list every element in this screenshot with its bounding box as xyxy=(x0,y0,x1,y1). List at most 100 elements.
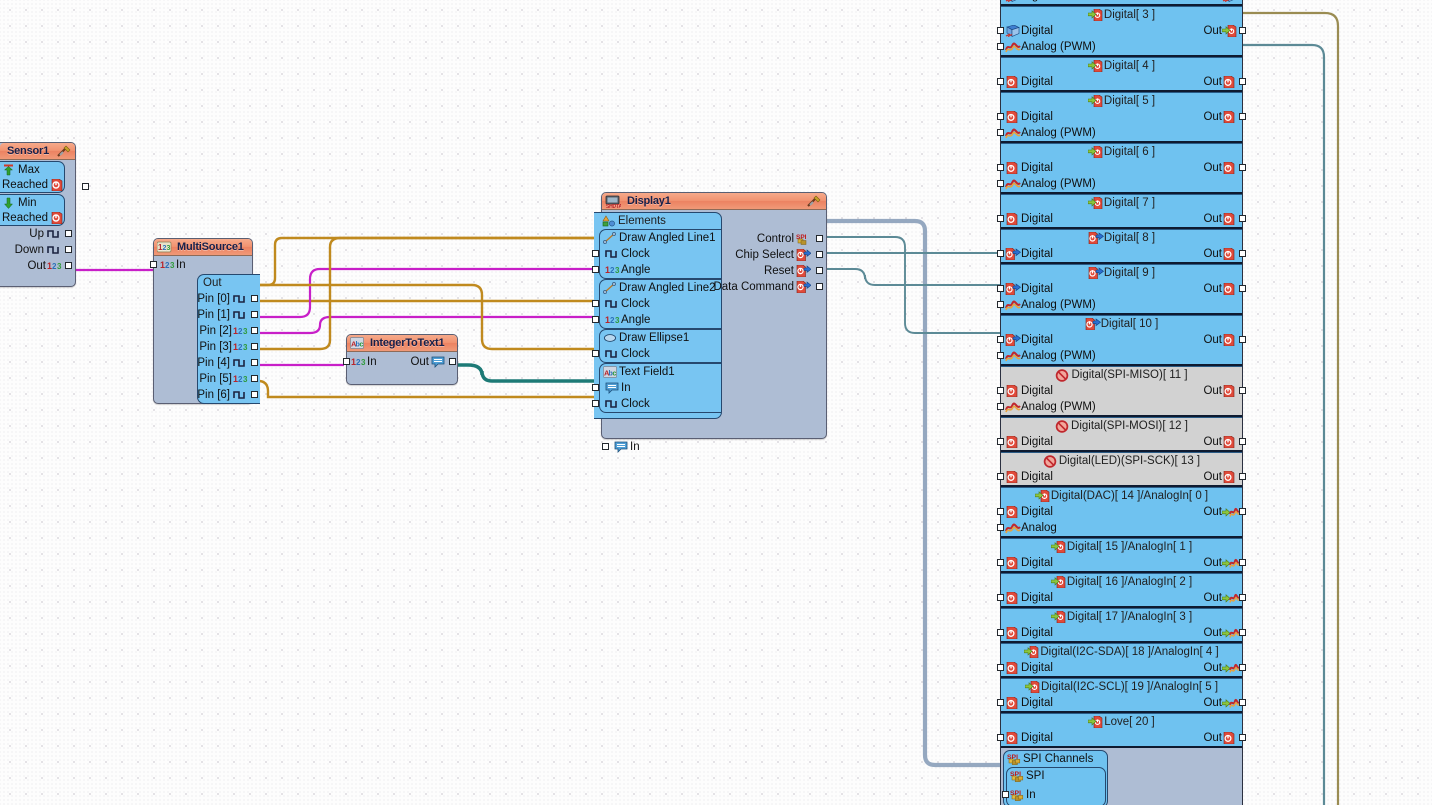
pin-row-output[interactable]: Out xyxy=(1203,592,1242,604)
port-pin-output[interactable] xyxy=(1239,27,1246,34)
node-sensor1-titlebar[interactable]: Sensor1 xyxy=(0,143,75,160)
board-pin-panel[interactable]: Digital Out Digital[ 3 ] Digital Out Analog (… xyxy=(997,0,1246,805)
pin-row[interactable]: Digital Out xyxy=(997,660,1246,676)
pin-block[interactable]: Digital[ 16 ]/AnalogIn[ 2 ] Digital Out xyxy=(997,573,1246,608)
port-pin-output[interactable] xyxy=(1239,78,1246,85)
port-sensor-min-reached[interactable] xyxy=(82,183,89,190)
spi-in-row[interactable]: SPI In xyxy=(1002,784,1105,805)
pin-row-output[interactable]: Out xyxy=(1203,506,1242,518)
pin-row[interactable]: Digital Out xyxy=(997,281,1246,297)
port-pin-output[interactable] xyxy=(1239,250,1246,257)
port-pin-input[interactable] xyxy=(997,285,1004,292)
display-element-1-pin-clock[interactable]: Clock xyxy=(592,296,721,312)
pin-row[interactable]: Digital Out xyxy=(997,469,1246,485)
port-integertotext-in[interactable] xyxy=(343,358,350,365)
pin-row[interactable]: Digital Out xyxy=(997,730,1246,746)
pin-row[interactable]: Digital Out xyxy=(997,211,1246,227)
port-pin-output[interactable] xyxy=(1239,508,1246,515)
port-display-dal2-angle[interactable] xyxy=(592,316,599,323)
port-pin-input[interactable] xyxy=(997,734,1004,741)
port-pin-input[interactable] xyxy=(997,43,1004,50)
port-pin-input[interactable] xyxy=(997,387,1004,394)
port-sensor-down[interactable] xyxy=(65,246,72,253)
pin-row[interactable]: Analog (PWM) xyxy=(997,399,1242,415)
pin-block[interactable]: Digital[ 10 ] Digital Out Analog (PWM) xyxy=(997,315,1246,366)
multisource-pin-1[interactable]: Pin [1] xyxy=(197,307,260,323)
port-display-dal1-clock[interactable] xyxy=(592,250,599,257)
pin-row[interactable]: Digital Out xyxy=(997,160,1246,176)
port-display-ellipse1-clock[interactable] xyxy=(592,350,599,357)
pin-block[interactable]: Digital(LED)(SPI-SCK)[ 13 ] Digital Out xyxy=(997,452,1246,487)
port-pin-input[interactable] xyxy=(997,508,1004,515)
port-multisource-pin-5[interactable] xyxy=(251,375,258,382)
pin-row-output[interactable]: Out xyxy=(1203,627,1242,639)
pin-row-output[interactable]: Out xyxy=(1203,557,1242,569)
port-pin-input[interactable] xyxy=(997,559,1004,566)
port-pin-input[interactable] xyxy=(997,473,1004,480)
port-multisource-in[interactable] xyxy=(150,261,157,268)
port-pin-output[interactable] xyxy=(1239,664,1246,671)
diagram-canvas[interactable]: Sensor1 Max Reached Min Reached Up Down … xyxy=(0,0,1432,805)
pin-row[interactable]: Analog (PWM) xyxy=(997,348,1242,364)
port-spi-in[interactable] xyxy=(1002,791,1009,798)
node-integertotext1-titlebar[interactable]: Abc IntegerToText1 xyxy=(347,335,457,352)
display-element-3-pin-in[interactable]: In xyxy=(592,380,721,396)
port-pin-output[interactable] xyxy=(1239,387,1246,394)
node-display1-titlebar[interactable]: SHDTA Display1 xyxy=(602,193,826,210)
pin-block[interactable]: Digital(DAC)[ 14 ]/AnalogIn[ 0 ] Digital O… xyxy=(997,487,1246,538)
multisource-pin-0[interactable]: Pin [0] xyxy=(197,291,260,307)
pin-row-output[interactable]: Out xyxy=(1203,25,1242,37)
port-display-textfield1-in[interactable] xyxy=(592,384,599,391)
port-display-reset[interactable] xyxy=(816,267,823,274)
pin-row[interactable]: Analog (PWM) xyxy=(997,297,1242,313)
pin-row-output[interactable]: Out xyxy=(1203,471,1242,483)
port-pin-output[interactable] xyxy=(1239,594,1246,601)
port-sensor-out[interactable] xyxy=(65,262,72,269)
pin-block[interactable]: Digital(SPI-MISO)[ 11 ] Digital Out Analog … xyxy=(997,366,1246,417)
pin-row[interactable]: Digital Out xyxy=(997,23,1246,39)
multisource-in-row[interactable]: 123 In xyxy=(150,256,252,273)
port-pin-output[interactable] xyxy=(1239,559,1246,566)
port-integertotext-out[interactable] xyxy=(449,358,456,365)
port-pin-input[interactable] xyxy=(997,250,1004,257)
pin-block[interactable]: Digital(I2C-SCL)[ 19 ]/AnalogIn[ 5 ] Digi… xyxy=(997,678,1246,713)
display-element-2-pin-clock[interactable]: Clock xyxy=(592,346,721,362)
pin-row[interactable]: Digital Out xyxy=(997,695,1246,711)
pin-row-output[interactable]: Out xyxy=(1203,436,1242,448)
display-output-chipselect[interactable]: Chip Select xyxy=(696,247,826,263)
port-pin-input[interactable] xyxy=(997,403,1004,410)
port-pin-output[interactable] xyxy=(1239,734,1246,741)
tools-icon[interactable] xyxy=(57,144,72,161)
pin-row[interactable]: Digital Out xyxy=(997,332,1246,348)
pin-block[interactable]: Digital[ 7 ] Digital Out xyxy=(997,194,1246,229)
node-multisource1[interactable]: 123 MultiSource1 123 In Out Pin [0] Pin … xyxy=(150,238,260,404)
port-pin-output[interactable] xyxy=(1239,285,1246,292)
pin-row-output[interactable]: Out xyxy=(1203,111,1242,123)
pin-row-output[interactable]: Out xyxy=(1203,697,1242,709)
port-display-dal2-clock[interactable] xyxy=(592,300,599,307)
pin-row[interactable]: Digital Out xyxy=(997,555,1246,571)
pin-row[interactable]: Analog (PWM) xyxy=(997,39,1242,55)
display-element-3-pin-clock[interactable]: Clock xyxy=(592,396,721,412)
pin-block[interactable]: Digital[ 5 ] Digital Out Analog (PWM) xyxy=(997,92,1246,143)
pin-block[interactable]: Digital[ 8 ] Digital Out xyxy=(997,229,1246,264)
port-pin-input[interactable] xyxy=(997,215,1004,222)
port-pin-input[interactable] xyxy=(997,664,1004,671)
pin-block[interactable]: Digital[ 6 ] Digital Out Analog (PWM) xyxy=(997,143,1246,194)
pin-block[interactable]: Digital(I2C-SDA)[ 18 ]/AnalogIn[ 4 ] Digi… xyxy=(997,643,1246,678)
pin-row-output[interactable]: Out xyxy=(1203,213,1242,225)
port-pin-output[interactable] xyxy=(1239,438,1246,445)
pin-row[interactable]: Digital Out xyxy=(997,625,1246,641)
multisource-pin-3[interactable]: Pin [3] 123 xyxy=(198,339,260,355)
port-pin-output[interactable] xyxy=(1239,699,1246,706)
pin-block[interactable]: Digital[ 17 ]/AnalogIn[ 3 ] Digital Out xyxy=(997,608,1246,643)
pin-row[interactable]: Digital Out xyxy=(997,109,1246,125)
port-pin-input[interactable] xyxy=(997,301,1004,308)
port-pin-input[interactable] xyxy=(997,129,1004,136)
pin-row-output[interactable]: Out xyxy=(1203,0,1242,2)
pin-row-output[interactable]: Out xyxy=(1203,162,1242,174)
pin-row[interactable]: Digital Out xyxy=(997,504,1246,520)
multisource-pin-6[interactable]: Pin [6] xyxy=(197,387,260,403)
sensor-pin-down[interactable]: Down xyxy=(0,242,75,258)
port-pin-input[interactable] xyxy=(997,164,1004,171)
